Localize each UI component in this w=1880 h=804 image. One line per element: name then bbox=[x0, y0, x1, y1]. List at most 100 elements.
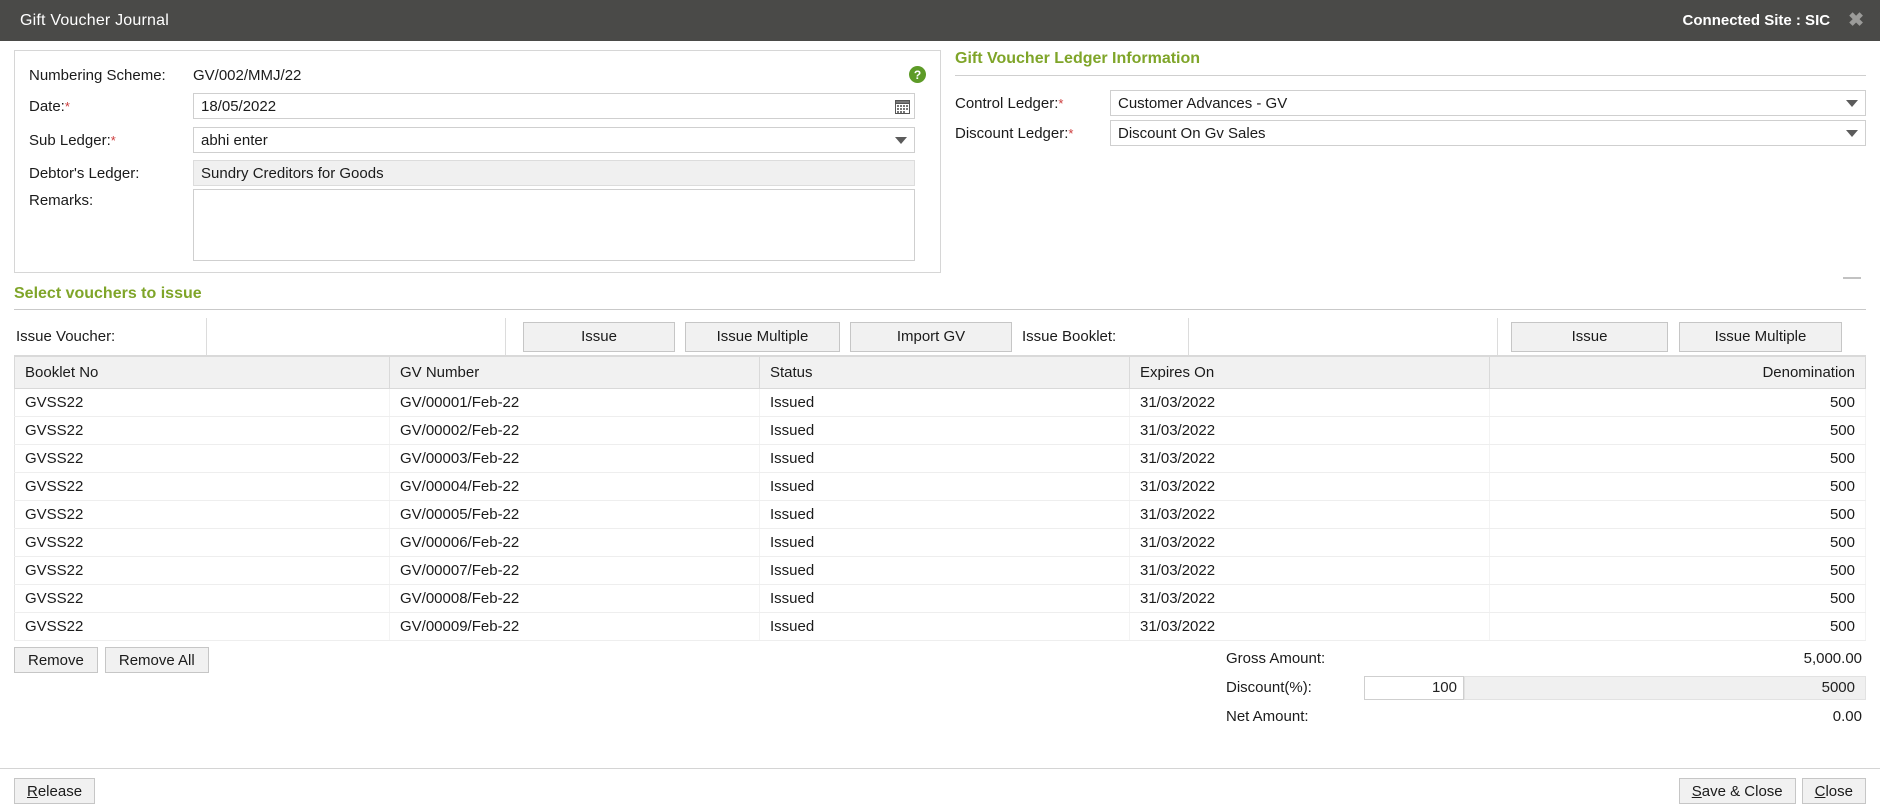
chevron-down-icon[interactable] bbox=[1846, 99, 1861, 107]
date-label: Date:* bbox=[15, 98, 193, 115]
cell-status: Issued bbox=[759, 388, 1130, 417]
discount-percent-input[interactable]: 100 bbox=[1364, 675, 1464, 700]
remarks-field-wrap bbox=[193, 189, 915, 261]
debtors-ledger-field-wrap: Sundry Creditors for Goods bbox=[193, 160, 915, 186]
grid-header-row: Booklet No GV Number Status Expires On D… bbox=[14, 356, 1866, 389]
column-header-status[interactable]: Status bbox=[759, 356, 1130, 389]
table-row[interactable]: GVSS22 GV/00002/Feb-22 Issued 31/03/2022 500 bbox=[14, 416, 1866, 445]
table-row[interactable]: GVSS22 GV/00007/Feb-22 Issued 31/03/2022 500 bbox=[14, 556, 1866, 585]
remove-all-button[interactable]: Remove All bbox=[104, 647, 209, 673]
titlebar-right: Connected Site : SIC ✖ bbox=[1683, 11, 1866, 30]
column-header-gv-number[interactable]: GV Number bbox=[389, 356, 760, 389]
cell-expires-on: 31/03/2022 bbox=[1129, 612, 1490, 641]
issue-toolbar-spacer-5 bbox=[1498, 318, 1511, 355]
table-row[interactable]: GVSS22 GV/00004/Feb-22 Issued 31/03/2022 500 bbox=[14, 472, 1866, 501]
column-header-expires-on[interactable]: Expires On bbox=[1129, 356, 1490, 389]
debtors-ledger-label: Debtor's Ledger: bbox=[29, 164, 140, 182]
cell-booklet-no: GVSS22 bbox=[14, 388, 390, 417]
chevron-down-icon[interactable] bbox=[1846, 129, 1861, 137]
date-input[interactable]: 18/05/2022 bbox=[193, 93, 915, 119]
connected-site-label: Connected Site : SIC bbox=[1682, 12, 1831, 29]
issue-booklet-multiple-button[interactable]: Issue Multiple bbox=[1679, 321, 1842, 352]
cell-booklet-no: GVSS22 bbox=[14, 444, 390, 473]
issue-toolbar-spacer-2 bbox=[675, 318, 685, 355]
issue-toolbar-spacer-6 bbox=[1668, 318, 1679, 355]
control-ledger-value: Customer Advances - GV bbox=[1118, 94, 1288, 112]
discount-amount-value: 5000 bbox=[1464, 675, 1866, 700]
gross-amount-row: Gross Amount: 5,000.00 bbox=[1226, 644, 1866, 673]
cell-gv-number: GV/00006/Feb-22 bbox=[389, 528, 760, 557]
issue-booklet-button[interactable]: Issue bbox=[1511, 321, 1668, 352]
control-ledger-label-text: Control Ledger: bbox=[955, 94, 1059, 112]
cell-expires-on: 31/03/2022 bbox=[1129, 500, 1490, 529]
close-button[interactable]: Close bbox=[1801, 778, 1866, 804]
remarks-label: Remarks: bbox=[29, 192, 94, 209]
table-row[interactable]: GVSS22 GV/00006/Feb-22 Issued 31/03/2022 500 bbox=[14, 528, 1866, 557]
close-icon[interactable]: ✖ bbox=[1846, 11, 1866, 30]
chevron-down-icon[interactable] bbox=[895, 136, 910, 144]
help-icon[interactable]: ? bbox=[909, 66, 926, 83]
save-close-accel: S bbox=[1691, 782, 1702, 800]
release-accel: R bbox=[27, 782, 38, 800]
cell-denomination: 500 bbox=[1489, 528, 1866, 557]
window-title: Gift Voucher Journal bbox=[20, 11, 169, 29]
issue-voucher-button[interactable]: Issue bbox=[523, 321, 675, 352]
cell-gv-number: GV/00007/Feb-22 bbox=[389, 556, 760, 585]
column-header-booklet-no[interactable]: Booklet No bbox=[14, 356, 390, 389]
close-rest: lose bbox=[1825, 782, 1853, 800]
cell-expires-on: 31/03/2022 bbox=[1129, 388, 1490, 417]
discount-label: Discount(%): bbox=[1226, 679, 1312, 696]
remarks-textarea[interactable] bbox=[193, 189, 915, 261]
sub-ledger-field-wrap: abhi enter bbox=[193, 127, 915, 153]
table-row[interactable]: GVSS22 GV/00005/Feb-22 Issued 31/03/2022 500 bbox=[14, 500, 1866, 529]
cell-booklet-no: GVSS22 bbox=[14, 472, 390, 501]
table-row[interactable]: GVSS22 GV/00009/Feb-22 Issued 31/03/2022 500 bbox=[14, 612, 1866, 641]
dialog-footer: Release Save & Close Close bbox=[0, 768, 1880, 804]
issue-voucher-multiple-button[interactable]: Issue Multiple bbox=[685, 321, 840, 352]
net-amount-row: Net Amount: 0.00 bbox=[1226, 702, 1866, 731]
cell-expires-on: 31/03/2022 bbox=[1129, 472, 1490, 501]
discount-ledger-label-text: Discount Ledger: bbox=[955, 124, 1069, 142]
collapse-icon[interactable] bbox=[1843, 277, 1861, 279]
control-ledger-field-wrap: Customer Advances - GV bbox=[1110, 90, 1866, 116]
cell-gv-number: GV/00001/Feb-22 bbox=[389, 388, 760, 417]
cell-status: Issued bbox=[759, 528, 1130, 557]
window-titlebar: Gift Voucher Journal Connected Site : SI… bbox=[0, 0, 1880, 41]
issue-booklet-input[interactable] bbox=[1188, 318, 1498, 355]
control-ledger-select[interactable]: Customer Advances - GV bbox=[1110, 90, 1866, 116]
discount-ledger-select[interactable]: Discount On Gv Sales bbox=[1110, 120, 1866, 146]
table-row[interactable]: GVSS22 GV/00001/Feb-22 Issued 31/03/2022 500 bbox=[14, 388, 1866, 417]
remove-button[interactable]: Remove bbox=[14, 647, 98, 673]
save-and-close-button[interactable]: Save & Close bbox=[1678, 778, 1796, 804]
issue-voucher-input[interactable] bbox=[206, 318, 506, 355]
date-field-wrap: 18/05/2022 bbox=[193, 93, 915, 119]
release-button[interactable]: Release bbox=[14, 778, 96, 804]
sub-ledger-row: Sub Ledger:* abhi enter bbox=[15, 123, 940, 157]
column-header-denomination[interactable]: Denomination bbox=[1489, 356, 1866, 389]
cell-booklet-no: GVSS22 bbox=[14, 528, 390, 557]
close-accel: C bbox=[1814, 782, 1826, 800]
numbering-scheme-label: Numbering Scheme: bbox=[29, 66, 166, 84]
sub-ledger-select[interactable]: abhi enter bbox=[193, 127, 915, 153]
calendar-icon[interactable] bbox=[895, 99, 910, 114]
section-title: Select vouchers to issue bbox=[14, 285, 202, 302]
issue-toolbar-spacer-4 bbox=[1012, 318, 1020, 355]
debtors-ledger-value: Sundry Creditors for Goods bbox=[201, 164, 384, 182]
discount-ledger-label: Discount Ledger:* bbox=[955, 125, 1110, 142]
table-row[interactable]: GVSS22 GV/00003/Feb-22 Issued 31/03/2022 500 bbox=[14, 444, 1866, 473]
cell-booklet-no: GVSS22 bbox=[14, 416, 390, 445]
discount-ledger-required-mark: * bbox=[1068, 125, 1074, 141]
cell-status: Issued bbox=[759, 416, 1130, 445]
cell-denomination: 500 bbox=[1489, 388, 1866, 417]
cell-expires-on: 31/03/2022 bbox=[1129, 444, 1490, 473]
sub-ledger-label-text: Sub Ledger: bbox=[29, 131, 111, 149]
cell-status: Issued bbox=[759, 444, 1130, 473]
cell-gv-number: GV/00008/Feb-22 bbox=[389, 584, 760, 613]
table-row[interactable]: GVSS22 GV/00008/Feb-22 Issued 31/03/2022 500 bbox=[14, 584, 1866, 613]
discount-ledger-value: Discount On Gv Sales bbox=[1118, 124, 1266, 142]
totals-panel: Gross Amount: 5,000.00 Discount(%): 100 … bbox=[1226, 644, 1866, 731]
cell-denomination: 500 bbox=[1489, 556, 1866, 585]
cell-status: Issued bbox=[759, 612, 1130, 641]
cell-expires-on: 31/03/2022 bbox=[1129, 528, 1490, 557]
import-gv-button[interactable]: Import GV bbox=[850, 321, 1012, 352]
